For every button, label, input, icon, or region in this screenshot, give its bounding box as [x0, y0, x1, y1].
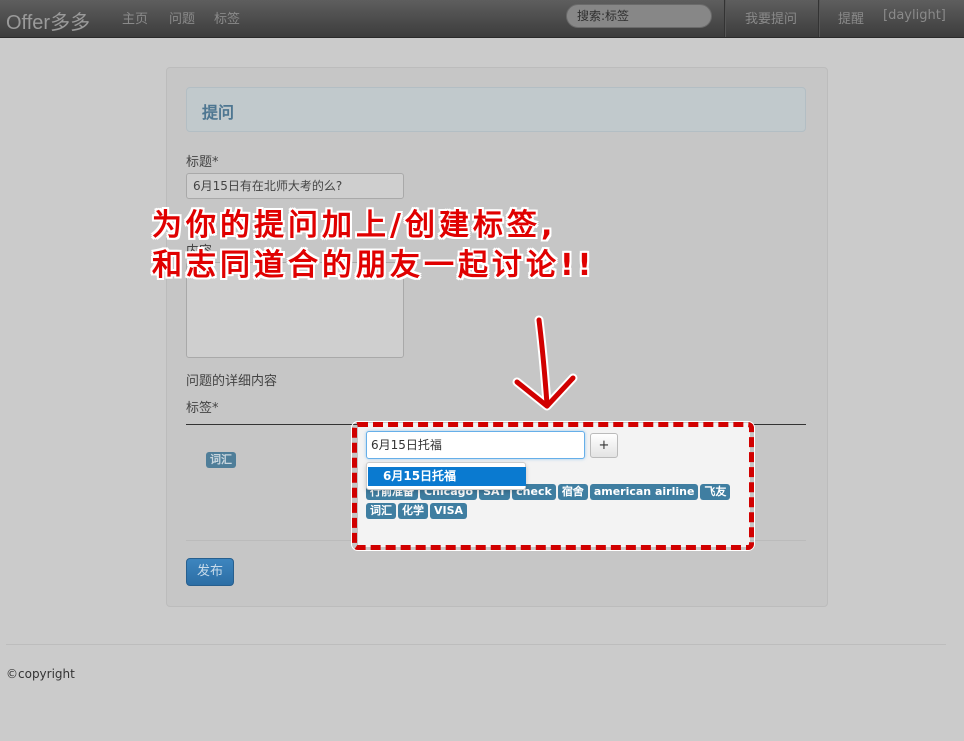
- panel-title: 提问: [202, 103, 235, 122]
- nav-questions[interactable]: 问题: [169, 8, 195, 27]
- nav-user[interactable]: [daylight]: [883, 8, 946, 23]
- content-help-text: 问题的详细内容: [186, 374, 278, 389]
- brand-logo[interactable]: Offer多多: [6, 6, 90, 35]
- annotation-arrow-icon: [512, 315, 578, 411]
- title-input[interactable]: 6月15日有在北师大考的么?: [186, 173, 404, 199]
- nav-divider: [818, 0, 819, 37]
- search-input[interactable]: 搜索:标签: [566, 4, 712, 28]
- annotation-text-line2: 和志同道合的朋友一起讨论!!: [152, 248, 596, 283]
- annotation-highlight-frame: [352, 422, 754, 550]
- submit-button[interactable]: 发布: [186, 558, 234, 586]
- footer-divider: [6, 644, 946, 645]
- tags-label: 标签*: [186, 401, 219, 416]
- copyright-text: ©copyright: [6, 667, 75, 681]
- annotation-text-line1: 为你的提问加上/创建标签,: [152, 208, 557, 243]
- nav-notifications[interactable]: 提醒: [838, 8, 864, 27]
- nav-divider: [724, 0, 725, 37]
- selected-tag[interactable]: 词汇: [206, 452, 236, 468]
- panel-header: 提问: [186, 87, 806, 132]
- title-label: 标题*: [186, 155, 219, 170]
- nav-home[interactable]: 主页: [122, 8, 148, 27]
- nav-ask-question[interactable]: 我要提问: [745, 8, 797, 27]
- top-navbar: Offer多多 主页 问题 标签 搜索:标签 我要提问 提醒 [daylight…: [0, 0, 964, 38]
- nav-tags[interactable]: 标签: [214, 8, 240, 27]
